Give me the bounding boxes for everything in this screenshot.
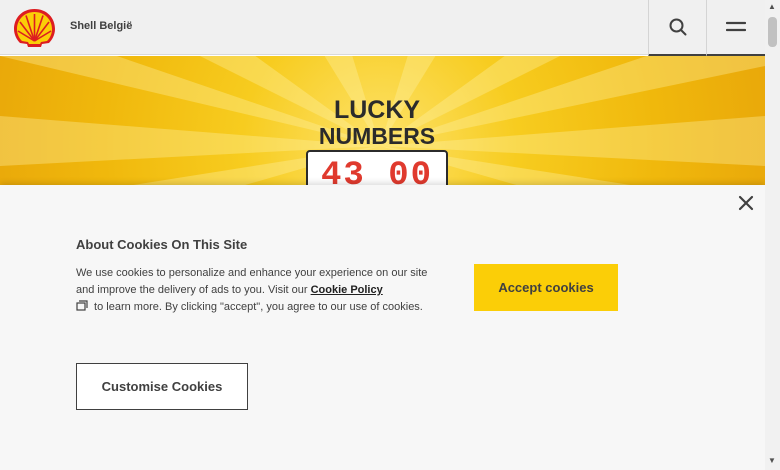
cookie-title: About Cookies On This Site (76, 237, 248, 252)
customise-cookies-button[interactable]: Customise Cookies (76, 363, 248, 410)
search-icon (669, 18, 686, 36)
cookie-text-end: to learn more. By clicking "accept", you… (91, 301, 423, 313)
hamburger-menu-icon (726, 21, 746, 32)
cookie-description: We use cookies to personalize and enhanc… (76, 265, 446, 316)
scroll-down-arrow-icon[interactable]: ▼ (768, 456, 776, 465)
scrollbar-thumb[interactable] (768, 17, 777, 47)
page-scrollbar[interactable]: ▲ ▼ (765, 0, 780, 470)
brand-name[interactable]: Shell België (70, 20, 132, 32)
shell-pecten-icon[interactable] (12, 7, 57, 48)
external-link-icon (76, 300, 88, 311)
search-button[interactable] (648, 0, 706, 57)
accept-cookies-button[interactable]: Accept cookies (474, 264, 618, 311)
cookie-policy-link[interactable]: Cookie Policy (311, 284, 383, 296)
hero-line2: NUMBERS (319, 123, 435, 149)
hero-line1: LUCKY (334, 96, 420, 124)
site-header: Shell België (0, 0, 765, 57)
cookie-banner: About Cookies On This Site We use cookie… (0, 185, 765, 470)
hero-digits: 43 00 (321, 157, 433, 186)
menu-button[interactable] (706, 0, 765, 57)
lucky-numbers-logo: LUCKY NUMBERS 43 00 (306, 96, 448, 186)
hero-banner: LUCKY NUMBERS 43 00 (0, 56, 765, 186)
scroll-up-arrow-icon[interactable]: ▲ (768, 2, 776, 11)
close-icon[interactable] (736, 193, 756, 213)
